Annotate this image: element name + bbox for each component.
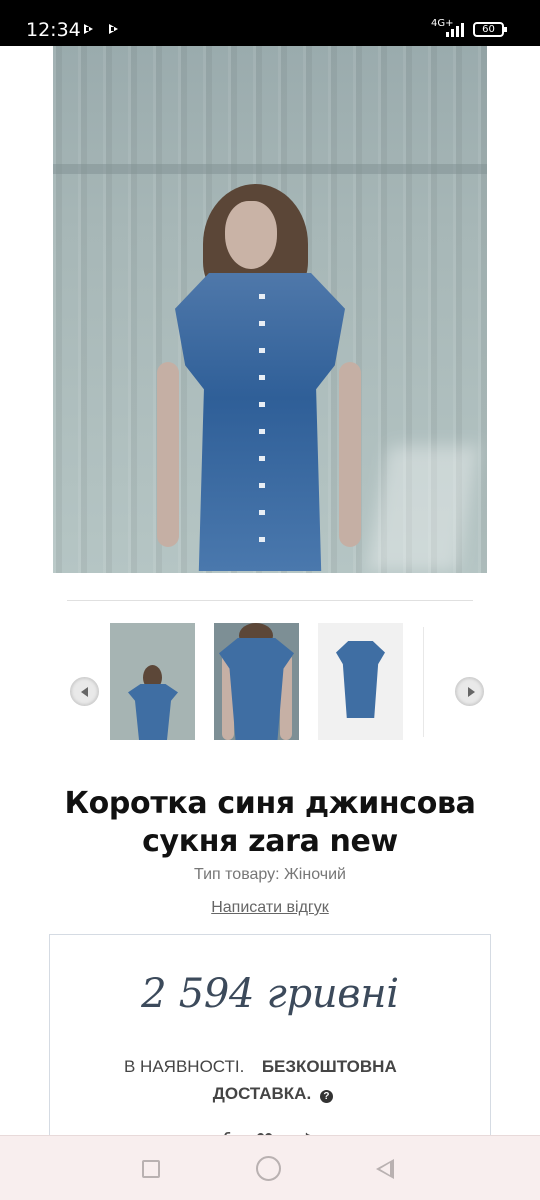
chevron-left-icon[interactable] xyxy=(70,677,99,706)
dress-buttons xyxy=(259,294,265,554)
status-bar: 12:34 4G+ 60 xyxy=(0,0,540,46)
product-price: 2 594 гривні xyxy=(141,971,399,1017)
wall-seam xyxy=(53,164,487,174)
thumbnail-divider xyxy=(423,627,424,737)
availability-text: В НАЯВНОСТІ. xyxy=(124,1057,245,1076)
back-icon[interactable] xyxy=(376,1159,394,1179)
signal-icon xyxy=(446,23,468,37)
thumbnail-dress-flatlay[interactable] xyxy=(318,623,403,740)
product-main-image[interactable] xyxy=(53,46,487,573)
recent-apps-icon[interactable] xyxy=(142,1160,160,1178)
delivery-text-line2: ДОСТАВКА. xyxy=(212,1084,312,1103)
product-title: Коротка синя джинсова сукня zara new xyxy=(64,786,476,859)
model-face xyxy=(225,201,277,269)
delivery-text-line1: БЕЗКОШТОВНА xyxy=(261,1057,397,1076)
product-type: Тип товару: Жіночий xyxy=(0,866,540,884)
thumbnail-dress xyxy=(336,641,385,718)
chevron-right-icon[interactable] xyxy=(455,677,484,706)
product-type-label: Тип товару: xyxy=(194,866,280,883)
model-in-denim-dress xyxy=(143,176,383,571)
price-card: 2 594 гривні В НАЯВНОСТІ. БЕЗКОШТОВНА ДО… xyxy=(49,934,491,1144)
model-left-arm xyxy=(157,362,179,547)
thumbnail-model-close[interactable] xyxy=(214,623,299,740)
image-divider xyxy=(67,600,473,601)
system-navigation-bar xyxy=(0,1135,540,1200)
thumbnail-dress xyxy=(128,684,178,740)
product-type-value: Жіночий xyxy=(284,866,346,883)
battery-icon: 60 xyxy=(473,22,507,37)
write-review-link[interactable]: Написати відгук xyxy=(0,899,540,917)
question-icon[interactable]: ? xyxy=(319,1090,333,1103)
play-icon xyxy=(84,24,93,34)
availability-delivery: В НАЯВНОСТІ. БЕЗКОШТОВНА ДОСТАВКА. ? xyxy=(124,1053,424,1107)
status-time: 12:34 xyxy=(26,19,81,41)
thumbnail-model-front[interactable] xyxy=(110,623,195,740)
model-right-arm xyxy=(339,362,361,547)
play-icon xyxy=(109,24,118,34)
home-icon[interactable] xyxy=(256,1156,281,1181)
